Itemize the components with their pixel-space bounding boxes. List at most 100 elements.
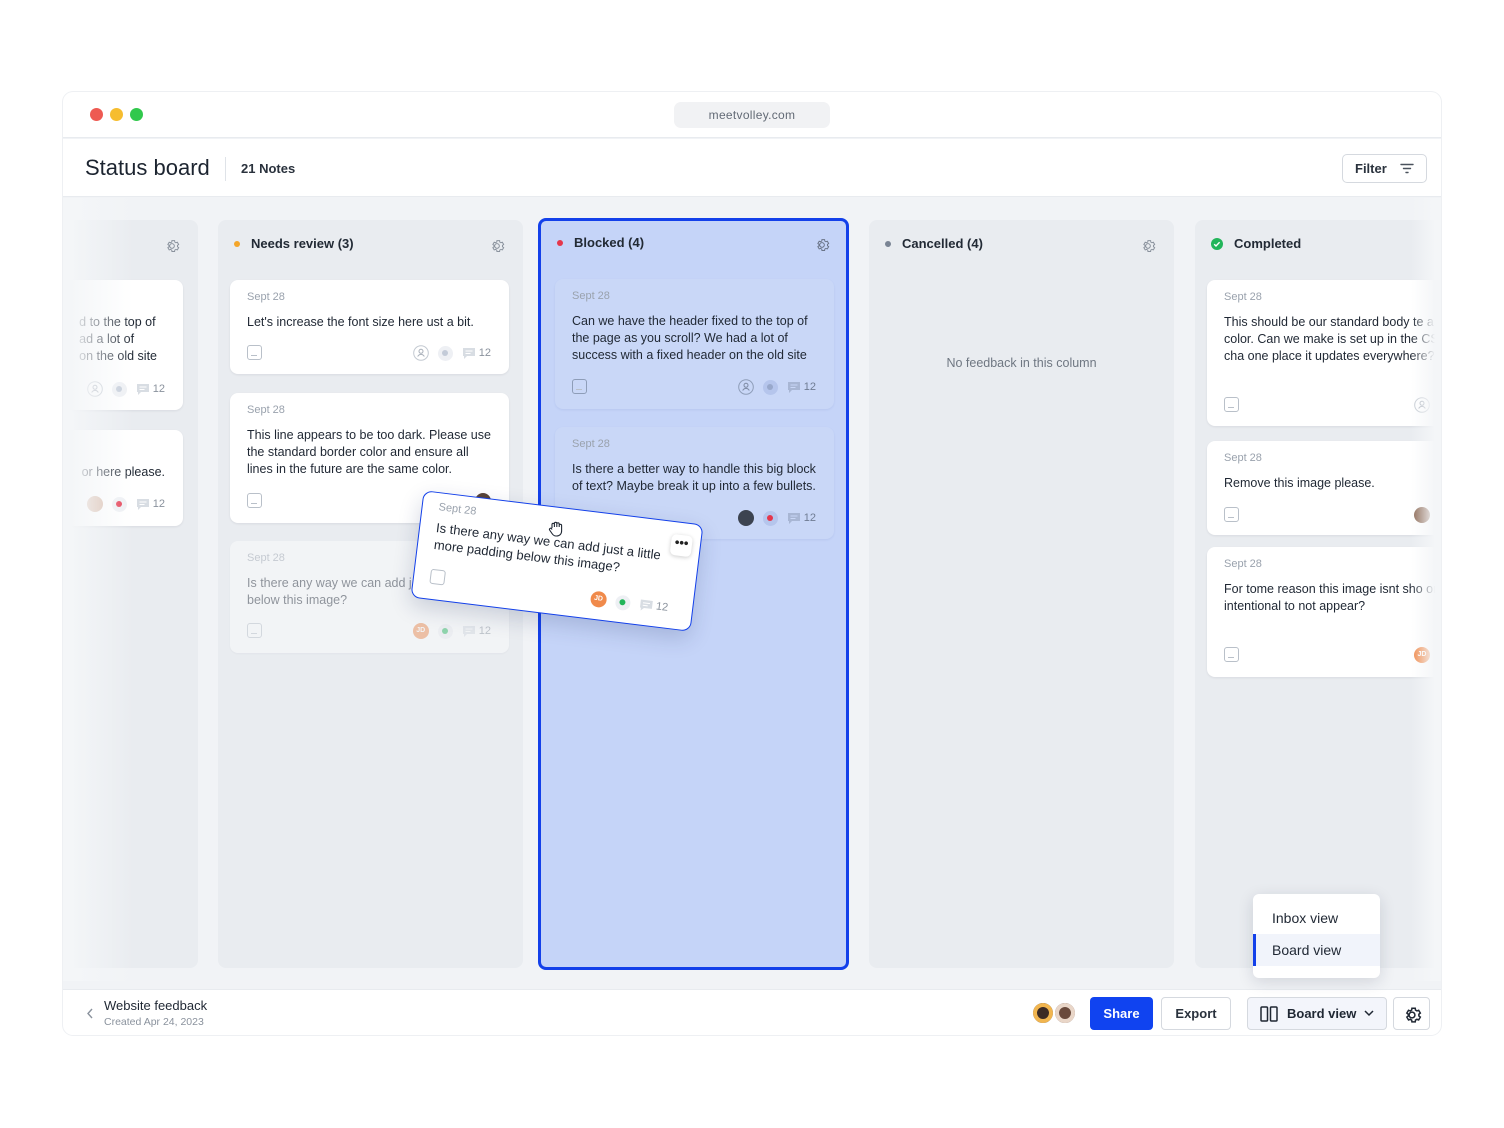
column-cancelled: Cancelled (4) No feedback in this column bbox=[869, 220, 1174, 968]
scroll-fade-right bbox=[1411, 198, 1441, 981]
image-icon bbox=[247, 623, 262, 638]
avatar bbox=[737, 510, 754, 526]
image-icon bbox=[247, 493, 262, 508]
column-completed: Completed Sept 28 This should be our sta… bbox=[1195, 220, 1441, 968]
comment-icon bbox=[462, 347, 475, 359]
card-date: Sept 28 bbox=[1224, 291, 1262, 303]
image-icon bbox=[1224, 647, 1239, 662]
column-settings-icon[interactable] bbox=[164, 238, 180, 254]
status-dot bbox=[762, 510, 778, 526]
comments-count: 12 bbox=[638, 598, 669, 614]
card-date: Sept 28 bbox=[1224, 452, 1262, 464]
image-icon bbox=[572, 379, 587, 394]
close-window-button[interactable] bbox=[90, 108, 103, 121]
column-settings-icon[interactable] bbox=[814, 237, 830, 253]
status-board: d to the top of ad a lot of on the old s… bbox=[63, 198, 1441, 981]
minimize-window-button[interactable] bbox=[110, 108, 123, 121]
assignee-icon bbox=[737, 379, 754, 395]
browser-window: meetvolley.com Status board 21 Notes Fil… bbox=[63, 92, 1441, 1035]
status-dot bbox=[437, 623, 453, 639]
more-options-button[interactable]: ••• bbox=[669, 533, 694, 558]
card-meta: 12 bbox=[737, 510, 816, 526]
export-button[interactable]: Export bbox=[1161, 997, 1231, 1030]
settings-button[interactable] bbox=[1393, 997, 1430, 1030]
scroll-fade-left bbox=[63, 198, 133, 981]
column-header: Cancelled (4) bbox=[885, 236, 983, 251]
column-title: Needs review (3) bbox=[251, 236, 354, 251]
card[interactable]: Sept 28 This should be our standard body… bbox=[1207, 280, 1441, 426]
avatar bbox=[1053, 1001, 1077, 1025]
view-menu: Inbox view Board view bbox=[1253, 894, 1380, 978]
page-title: Status board bbox=[85, 155, 210, 180]
card-date: Sept 28 bbox=[572, 438, 610, 450]
menu-item-inbox-view[interactable]: Inbox view bbox=[1253, 902, 1380, 934]
comments-count: 12 bbox=[787, 381, 816, 394]
header-divider bbox=[225, 157, 226, 181]
project-name[interactable]: Website feedback bbox=[104, 998, 207, 1013]
avatar bbox=[1031, 1001, 1055, 1025]
card[interactable]: Sept 28 Remove this image please. bbox=[1207, 441, 1441, 535]
column-header: Completed bbox=[1211, 236, 1301, 251]
gear-icon bbox=[1405, 1007, 1422, 1023]
comment-icon bbox=[136, 383, 149, 395]
card-date: Sept 28 bbox=[247, 552, 285, 564]
filter-button[interactable]: Filter bbox=[1342, 154, 1427, 183]
image-icon bbox=[1224, 507, 1239, 522]
comment-icon bbox=[639, 598, 653, 611]
card-text: Remove this image please. bbox=[1224, 476, 1375, 490]
column-title: Blocked (4) bbox=[574, 235, 645, 250]
column-header: Blocked (4) bbox=[557, 235, 644, 250]
notes-count: 21 Notes bbox=[241, 161, 296, 176]
comment-icon bbox=[136, 498, 149, 510]
card-date: Sept 28 bbox=[437, 501, 478, 518]
browser-titlebar: meetvolley.com bbox=[63, 92, 1441, 138]
share-button[interactable]: Share bbox=[1090, 997, 1153, 1030]
check-circle-icon bbox=[1211, 237, 1223, 250]
card-text: For tome reason this image isnt sho on m… bbox=[1224, 582, 1441, 613]
assignee-icon bbox=[412, 345, 429, 361]
empty-column-message: No feedback in this column bbox=[946, 356, 1097, 370]
collaborator-avatars[interactable] bbox=[1031, 1001, 1081, 1025]
avatar: JD bbox=[412, 623, 429, 639]
card-meta: JD 12 bbox=[589, 590, 669, 615]
card-meta: 12 bbox=[412, 345, 491, 361]
column-settings-icon[interactable] bbox=[1140, 238, 1156, 254]
comments-count: 12 bbox=[787, 512, 816, 525]
comments-count: 12 bbox=[462, 347, 491, 360]
card-date: Sept 28 bbox=[247, 291, 285, 303]
card[interactable]: Sept 28 Can we have the header fixed to … bbox=[555, 279, 834, 409]
address-bar[interactable]: meetvolley.com bbox=[674, 102, 830, 128]
status-dot bbox=[614, 593, 632, 611]
view-switcher-label: Board view bbox=[1287, 1006, 1357, 1021]
column-settings-icon[interactable] bbox=[489, 238, 505, 254]
maximize-window-button[interactable] bbox=[130, 108, 143, 121]
comment-icon bbox=[462, 625, 475, 637]
chevron-left-icon[interactable] bbox=[86, 1008, 94, 1019]
project-created-date: Created Apr 24, 2023 bbox=[104, 1016, 204, 1028]
card-meta: JD 12 bbox=[412, 623, 491, 639]
card[interactable]: Sept 28 Let's increase the font size her… bbox=[230, 280, 509, 374]
filter-icon bbox=[1400, 163, 1414, 174]
card-text: Let's increase the font size here ust a … bbox=[247, 315, 474, 329]
menu-item-board-view[interactable]: Board view bbox=[1253, 934, 1380, 966]
image-icon bbox=[247, 345, 262, 360]
status-dot bbox=[437, 345, 453, 361]
card-date: Sept 28 bbox=[1224, 558, 1262, 570]
chevron-down-icon bbox=[1364, 1010, 1374, 1017]
card[interactable]: Sept 28 For tome reason this image isnt … bbox=[1207, 547, 1441, 677]
card-text: This line appears to be too dark. Please… bbox=[247, 428, 491, 476]
card-meta: 12 bbox=[737, 379, 816, 395]
card-text: This should be our standard body te and … bbox=[1224, 315, 1441, 363]
comments-count: 12 bbox=[462, 625, 491, 638]
comments-count: 12 bbox=[136, 498, 165, 511]
avatar: JD bbox=[589, 590, 608, 609]
column-header: Needs review (3) bbox=[234, 236, 354, 251]
status-dot bbox=[885, 240, 891, 247]
filter-label: Filter bbox=[1355, 161, 1387, 176]
view-switcher-button[interactable]: Board view bbox=[1247, 997, 1387, 1030]
column-title: Completed bbox=[1234, 236, 1302, 251]
status-dot bbox=[762, 379, 778, 395]
grab-cursor-icon bbox=[548, 521, 563, 537]
status-dot bbox=[557, 239, 563, 246]
comment-icon bbox=[787, 381, 800, 393]
